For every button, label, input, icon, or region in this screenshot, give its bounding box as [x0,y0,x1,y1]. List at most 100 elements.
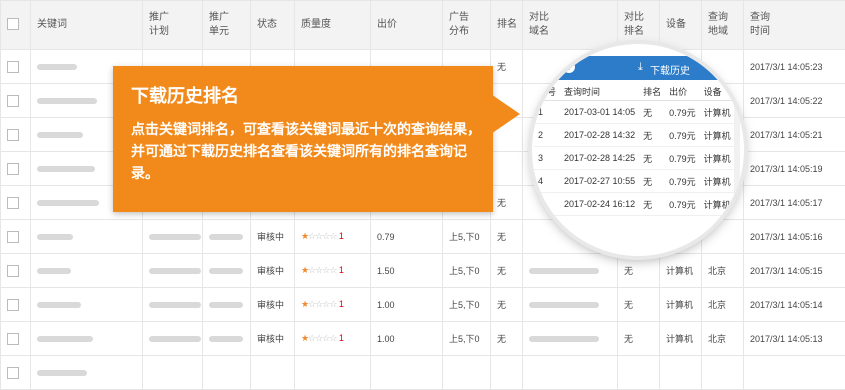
keyword-cell[interactable] [31,254,143,288]
history-device: 计算机 [700,101,735,124]
row-select-cell[interactable] [1,50,31,84]
select-all-checkbox[interactable] [7,18,19,30]
rank-cell[interactable] [491,356,523,390]
row-checkbox[interactable] [7,299,19,311]
rank-popup-header: 排名 ? ⤓ 下载历史 ✕ [532,56,744,80]
quality-stars: ★☆☆☆☆ [301,333,336,343]
distribution-cell[interactable]: 上5,下0 [443,322,491,356]
plan-blurred [149,336,201,342]
table-header-row: 关键词推广计划推广单元状态质量度出价广告分布排名对比域名对比排名设备查询地域查询… [1,1,845,50]
status-cell: 审核中 [251,254,295,288]
history-index [534,193,560,216]
popup-scrollbar[interactable] [734,82,740,252]
compare-rank-cell: 无 [618,322,660,356]
rank-cell[interactable]: 无 [491,186,523,220]
callout-text: 点击关键词排名，可查看该关键词最近十次的查询结果，并可通过下载历史排名查看该关键… [131,118,481,184]
keyword-cell[interactable] [31,288,143,322]
row-select-cell[interactable] [1,220,31,254]
row-select-cell[interactable] [1,322,31,356]
rank-cell[interactable]: 无 [491,322,523,356]
rank-history-row: 32017-02-28 14:25无0.79元计算机 [534,147,735,170]
history-rank: 无 [639,193,665,216]
compare-rank-cell [618,356,660,390]
rank-history-row: 22017-02-28 14:32无0.79元计算机 [534,124,735,147]
status-cell: 审核中 [251,220,295,254]
row-select-cell[interactable] [1,84,31,118]
bid-cell[interactable]: 1.00 [371,288,443,322]
keyword-cell[interactable] [31,220,143,254]
history-rank: 无 [639,124,665,147]
row-select-cell[interactable] [1,118,31,152]
select-all-header[interactable] [1,1,31,50]
callout-title: 下载历史排名 [131,82,239,108]
distribution-cell[interactable]: 上5,下0 [443,288,491,322]
rank-history-column: 序号 [534,82,560,101]
row-checkbox[interactable] [7,367,19,379]
column-header: 广告分布 [443,1,491,50]
row-select-cell[interactable] [1,254,31,288]
quality-score: 1 [336,299,344,309]
keyword-cell[interactable] [31,356,143,390]
plan-cell [143,356,203,390]
keyword-blurred [37,64,77,70]
column-header: 对比排名 [618,1,660,50]
row-select-cell[interactable] [1,186,31,220]
help-icon[interactable]: ? [563,61,575,73]
plan-cell [143,322,203,356]
keyword-cell[interactable] [31,322,143,356]
row-checkbox[interactable] [7,163,19,175]
row-checkbox[interactable] [7,265,19,277]
plan-blurred [149,268,201,274]
download-history-button[interactable]: 下载历史 [650,62,690,77]
keyword-blurred [37,234,73,240]
rank-cell[interactable]: 无 [491,288,523,322]
device-cell [660,356,702,390]
close-icon[interactable]: ✕ [724,59,737,77]
history-bid: 0.79元 [665,170,700,193]
download-icon[interactable]: ⤓ [638,61,643,74]
keyword-blurred [37,200,99,206]
query-time-cell: 2017/3/1 14:05:19 [744,152,845,186]
history-device: 计算机 [700,170,735,193]
status-cell: 审核中 [251,288,295,322]
quality-stars: ★☆☆☆☆ [301,299,336,309]
history-time: 2017-02-24 16:12 [560,193,639,216]
empty-stars: ☆☆☆☆ [308,265,336,275]
plan-blurred [149,302,201,308]
column-header: 状态 [251,1,295,50]
unit-cell [203,220,251,254]
row-checkbox[interactable] [7,333,19,345]
table-row: 审核中★☆☆☆☆ 11.00上5,下0无无计算机北京2017/3/1 14:05… [1,322,845,356]
history-device: 计算机 [700,147,735,170]
distribution-cell[interactable] [443,356,491,390]
plan-blurred [149,234,201,240]
domain-blurred [529,302,599,308]
row-select-cell[interactable] [1,288,31,322]
row-checkbox[interactable] [7,197,19,209]
bid-cell[interactable]: 1.00 [371,322,443,356]
plan-cell [143,254,203,288]
row-checkbox[interactable] [7,95,19,107]
bid-cell[interactable] [371,356,443,390]
rank-cell[interactable]: 无 [491,50,523,84]
row-select-cell[interactable] [1,356,31,390]
unit-cell [203,288,251,322]
empty-stars: ☆☆☆☆ [308,333,336,343]
compare-rank-cell: 无 [618,254,660,288]
bid-cell[interactable]: 1.50 [371,254,443,288]
rank-cell[interactable]: 无 [491,254,523,288]
history-time: 2017-02-28 14:32 [560,124,639,147]
row-checkbox[interactable] [7,61,19,73]
query-time-cell: 2017/3/1 14:05:14 [744,288,845,322]
row-checkbox[interactable] [7,231,19,243]
rank-cell[interactable] [491,152,523,186]
distribution-cell[interactable]: 上5,下0 [443,254,491,288]
distribution-cell[interactable]: 上5,下0 [443,220,491,254]
bid-cell[interactable]: 0.79 [371,220,443,254]
rank-history-header: 序号查询时间排名出价设备 [534,82,735,101]
row-select-cell[interactable] [1,152,31,186]
rank-cell[interactable]: 无 [491,220,523,254]
table-row: 审核中★☆☆☆☆ 11.50上5,下0无无计算机北京2017/3/1 14:05… [1,254,845,288]
quality-cell [295,356,371,390]
row-checkbox[interactable] [7,129,19,141]
